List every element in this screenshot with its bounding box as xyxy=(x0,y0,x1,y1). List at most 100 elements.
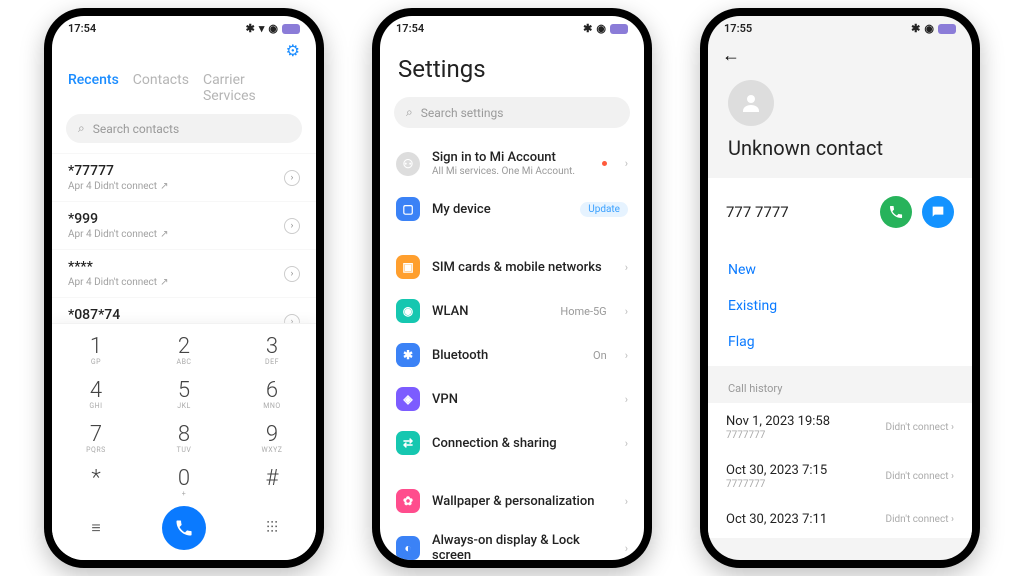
gear-icon[interactable]: ⚙ xyxy=(286,41,300,60)
key-5[interactable]: 5JKL xyxy=(140,372,228,416)
action-existing[interactable]: Existing xyxy=(708,288,972,324)
key-star[interactable]: * xyxy=(52,460,140,504)
settings-account[interactable]: ⚇ Sign in to Mi Account All Mi services.… xyxy=(380,140,644,187)
outgoing-icon: ↗ xyxy=(160,229,168,240)
dialer-tabs: Recents Contacts Carrier Services xyxy=(52,68,316,114)
key-4[interactable]: 4GHI xyxy=(52,372,140,416)
tab-carrier[interactable]: Carrier Services xyxy=(203,72,300,104)
status-bar: 17:54 ✱ ◉ xyxy=(380,16,644,37)
bluetooth-icon: ✱ xyxy=(583,22,592,35)
settings-wlan[interactable]: ◉WLANHome-5G› xyxy=(380,289,644,333)
outgoing-icon: ↗ xyxy=(160,181,168,192)
call-button[interactable] xyxy=(162,506,206,550)
message-button[interactable] xyxy=(922,196,954,228)
update-badge: Update xyxy=(580,202,628,217)
key-3[interactable]: 3DEF xyxy=(228,328,316,372)
battery-icon xyxy=(610,24,628,34)
chevron-right-icon: › xyxy=(625,393,628,406)
status-time: 17:54 xyxy=(396,22,424,35)
status-bar: 17:55 ✱ ◉ xyxy=(708,16,972,37)
settings-sim[interactable]: ▣SIM cards & mobile networks› xyxy=(380,245,644,289)
search-icon: ⌕ xyxy=(78,121,85,136)
settings-vpn[interactable]: ◈VPN› xyxy=(380,377,644,421)
back-icon[interactable]: ← xyxy=(722,45,740,66)
phone-contact-detail: 17:55 ✱◉ ← Unknown contact 777 7777 New … xyxy=(700,8,980,568)
key-0[interactable]: 0+ xyxy=(140,460,228,504)
sim-icon: ▣ xyxy=(396,255,420,279)
menu-icon[interactable]: ≡ xyxy=(52,518,140,538)
chevron-right-icon: › xyxy=(625,261,628,274)
settings-mydevice[interactable]: ▢ My device Update xyxy=(380,187,644,231)
call-button[interactable] xyxy=(880,196,912,228)
settings-aod[interactable]: ◐Always-on display & Lock screen› xyxy=(380,523,644,560)
wifi-icon: ◉ xyxy=(268,22,278,35)
tab-contacts[interactable]: Contacts xyxy=(133,72,189,104)
bluetooth-icon: ✱ xyxy=(396,343,420,367)
lock-icon: ◐ xyxy=(396,536,420,560)
history-row[interactable]: Oct 30, 2023 7:157777777 Didn't connect … xyxy=(708,452,972,501)
chevron-right-icon: › xyxy=(625,542,628,555)
call-row[interactable]: ****Apr 4 Didn't connect↗ › xyxy=(52,249,316,297)
wallpaper-icon: ✿ xyxy=(396,489,420,513)
chevron-right-icon: › xyxy=(951,471,954,482)
phone-number-row: 777 7777 xyxy=(708,178,972,246)
tab-recents[interactable]: Recents xyxy=(68,72,119,104)
phone-number: 777 7777 xyxy=(726,203,870,221)
status-bar: 17:54 ✱ ▾◉ xyxy=(52,16,316,37)
search-icon: ⌕ xyxy=(406,105,413,120)
chevron-right-icon: › xyxy=(625,437,628,450)
search-input[interactable]: ⌕ Search contacts xyxy=(66,114,302,143)
bluetooth-icon: ✱ xyxy=(911,22,920,35)
key-8[interactable]: 8TUV xyxy=(140,416,228,460)
dialpad-grid-icon[interactable]: ⫶⫶⫶ xyxy=(228,518,316,538)
person-icon: ⚇ xyxy=(396,152,420,176)
chevron-right-icon[interactable]: › xyxy=(284,266,300,282)
settings-wallpaper[interactable]: ✿Wallpaper & personalization› xyxy=(380,479,644,523)
page-title: Settings xyxy=(380,37,644,93)
vpn-icon: ◈ xyxy=(396,387,420,411)
wifi-icon: ◉ xyxy=(596,22,606,35)
chevron-right-icon[interactable]: › xyxy=(284,170,300,186)
contact-name: Unknown contact xyxy=(728,136,952,160)
key-7[interactable]: 7PQRS xyxy=(52,416,140,460)
chevron-right-icon[interactable]: › xyxy=(284,218,300,234)
avatar xyxy=(728,80,774,126)
search-placeholder: Search contacts xyxy=(93,122,179,136)
chevron-right-icon: › xyxy=(625,495,628,508)
chevron-right-icon: › xyxy=(625,157,628,170)
chevron-right-icon: › xyxy=(951,422,954,433)
battery-icon xyxy=(938,24,956,34)
settings-connection[interactable]: ⇄Connection & sharing› xyxy=(380,421,644,465)
wifi-icon: ◉ xyxy=(396,299,420,323)
share-icon: ⇄ xyxy=(396,431,420,455)
history-row[interactable]: Nov 1, 2023 19:587777777 Didn't connect … xyxy=(708,403,972,452)
outgoing-icon: ↗ xyxy=(160,277,168,288)
wifi-icon: ◉ xyxy=(924,22,934,35)
key-hash[interactable]: # xyxy=(228,460,316,504)
signal-icon: ▾ xyxy=(259,22,265,35)
section-header: Call history xyxy=(708,366,972,403)
device-icon: ▢ xyxy=(396,197,420,221)
phone-dialer: 17:54 ✱ ▾◉ ⚙ Recents Contacts Carrier Ser… xyxy=(44,8,324,568)
chevron-right-icon: › xyxy=(625,305,628,318)
key-6[interactable]: 6MNO xyxy=(228,372,316,416)
chevron-right-icon: › xyxy=(951,514,954,525)
history-row[interactable]: Oct 30, 2023 7:11 Didn't connect › xyxy=(708,501,972,538)
chevron-right-icon: › xyxy=(625,349,628,362)
settings-bluetooth[interactable]: ✱BluetoothOn› xyxy=(380,333,644,377)
key-2[interactable]: 2ABC xyxy=(140,328,228,372)
search-input[interactable]: ⌕Search settings xyxy=(394,97,630,128)
battery-icon xyxy=(282,24,300,34)
status-time: 17:54 xyxy=(68,22,96,35)
call-row[interactable]: *999Apr 4 Didn't connect↗ › xyxy=(52,201,316,249)
call-row[interactable]: *77777Apr 4 Didn't connect↗ › xyxy=(52,153,316,201)
action-flag[interactable]: Flag xyxy=(708,324,972,360)
action-new[interactable]: New xyxy=(708,252,972,288)
status-time: 17:55 xyxy=(724,22,752,35)
dialpad: 1GP 2ABC 3DEF 4GHI 5JKL 6MNO 7PQRS 8TUV … xyxy=(52,323,316,560)
phone-settings: 17:54 ✱ ◉ Settings ⌕Search settings ⚇ Sig… xyxy=(372,8,652,568)
bluetooth-icon: ✱ xyxy=(246,22,255,35)
alert-dot-icon xyxy=(602,161,607,166)
key-9[interactable]: 9WXYZ xyxy=(228,416,316,460)
key-1[interactable]: 1GP xyxy=(52,328,140,372)
